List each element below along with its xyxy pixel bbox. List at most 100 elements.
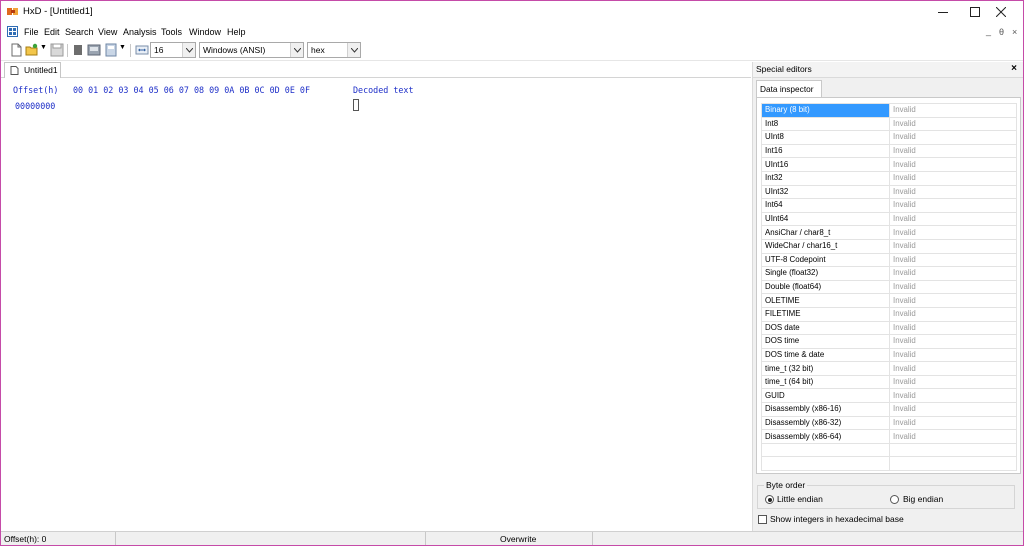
menu-tools[interactable]: Tools: [161, 27, 182, 37]
text-caret[interactable]: [353, 99, 359, 111]
data-inspector-row[interactable]: DOS date Invalid: [761, 320, 1017, 336]
data-value-cell[interactable]: Invalid: [889, 334, 1017, 349]
data-inspector-row[interactable]: UInt16 Invalid: [761, 157, 1017, 172]
data-type-cell: UTF-8 Codepoint: [761, 252, 890, 268]
data-value-cell[interactable]: Invalid: [889, 130, 1017, 145]
tab-untitled1[interactable]: Untitled1: [4, 62, 61, 78]
data-inspector-row[interactable]: Int32 Invalid: [761, 170, 1017, 186]
data-value-cell[interactable]: Invalid: [889, 279, 1017, 295]
data-type-cell: AnsiChar / char8_t: [761, 225, 890, 240]
data-value-cell[interactable]: Invalid: [889, 198, 1017, 213]
new-file-icon[interactable]: [9, 43, 23, 57]
hex-integers-checkbox[interactable]: [758, 515, 767, 524]
data-value-cell[interactable]: Invalid: [889, 103, 1017, 118]
data-value-cell[interactable]: Invalid: [889, 252, 1017, 268]
data-inspector-row[interactable]: Int8 Invalid: [761, 116, 1017, 132]
document-system-icon[interactable]: [7, 26, 18, 37]
data-value-cell[interactable]: Invalid: [889, 184, 1017, 200]
save-all-icon[interactable]: [104, 43, 118, 57]
data-value-cell[interactable]: Invalid: [889, 211, 1017, 227]
data-value-cell[interactable]: Invalid: [889, 320, 1017, 336]
mdi-restore-button[interactable]: θ: [999, 27, 1004, 37]
data-inspector-row[interactable]: Int16 Invalid: [761, 143, 1017, 159]
data-inspector-row[interactable]: DOS time & date Invalid: [761, 347, 1017, 363]
data-inspector-row[interactable]: UInt64 Invalid: [761, 211, 1017, 227]
menu-view[interactable]: View: [98, 27, 117, 37]
data-value-cell[interactable]: Invalid: [889, 293, 1017, 308]
data-value-cell[interactable]: Invalid: [889, 374, 1017, 390]
data-value-cell[interactable]: Invalid: [889, 429, 1017, 444]
open-file-icon[interactable]: [25, 43, 39, 57]
mdi-close-button[interactable]: ×: [1012, 27, 1017, 37]
charset-select[interactable]: Windows (ANSI): [199, 42, 304, 58]
data-inspector-row[interactable]: DOS time Invalid: [761, 334, 1017, 349]
close-panel-icon[interactable]: ×: [1011, 63, 1017, 74]
tab-data-inspector[interactable]: Data inspector: [756, 80, 822, 97]
mdi-minimize-button[interactable]: _: [986, 26, 991, 36]
data-inspector-row[interactable]: time_t (64 bit) Invalid: [761, 374, 1017, 390]
disk-icon[interactable]: [87, 43, 101, 57]
data-value-cell[interactable]: Invalid: [889, 361, 1017, 376]
data-inspector-row[interactable]: Int64 Invalid: [761, 198, 1017, 213]
menu-file[interactable]: File: [24, 27, 39, 37]
menu-analysis[interactable]: Analysis: [123, 27, 157, 37]
close-button[interactable]: [978, 1, 1023, 23]
data-value-cell[interactable]: [889, 442, 1017, 458]
data-inspector-row[interactable]: OLETIME Invalid: [761, 293, 1017, 308]
data-inspector-row[interactable]: UInt32 Invalid: [761, 184, 1017, 200]
menu-help[interactable]: Help: [227, 27, 246, 37]
big-endian-radio[interactable]: [890, 495, 899, 504]
data-inspector-row[interactable]: Disassembly (x86-32) Invalid: [761, 415, 1017, 431]
data-type-cell: GUID: [761, 388, 890, 404]
data-inspector-row[interactable]: AnsiChar / char8_t Invalid: [761, 225, 1017, 240]
data-inspector-row[interactable]: Disassembly (x86-16) Invalid: [761, 402, 1017, 417]
menu-edit[interactable]: Edit: [44, 27, 60, 37]
data-value-cell[interactable]: Invalid: [889, 170, 1017, 186]
hxd-app-icon[interactable]: [7, 6, 19, 17]
stop-icon[interactable]: [71, 43, 85, 57]
data-inspector-row[interactable]: UTF-8 Codepoint Invalid: [761, 252, 1017, 268]
data-type-cell: Int64: [761, 198, 890, 213]
data-value-cell[interactable]: Invalid: [889, 116, 1017, 132]
dropdown-arrow-icon[interactable]: ▼: [40, 44, 47, 51]
data-value-cell[interactable]: Invalid: [889, 266, 1017, 281]
data-type-cell: UInt64: [761, 211, 890, 227]
data-type-cell: OLETIME: [761, 293, 890, 308]
data-inspector-row[interactable]: Binary (8 bit) Invalid: [761, 103, 1017, 118]
data-inspector-row[interactable]: Single (float32) Invalid: [761, 266, 1017, 281]
little-endian-label[interactable]: Little endian: [777, 494, 823, 504]
big-endian-label[interactable]: Big endian: [903, 494, 943, 504]
bytes-per-row-select[interactable]: 16: [150, 42, 196, 58]
special-editors-title: Special editors: [756, 64, 812, 74]
little-endian-radio[interactable]: [765, 495, 774, 504]
hex-integers-label[interactable]: Show integers in hexadecimal base: [770, 514, 904, 524]
status-mode[interactable]: Overwrite: [426, 532, 593, 545]
offset-base-select[interactable]: hex: [307, 42, 361, 58]
columns-icon[interactable]: [135, 43, 149, 57]
dropdown-arrow-icon[interactable]: ▼: [119, 44, 126, 51]
menu-search[interactable]: Search: [65, 27, 94, 37]
data-inspector-row[interactable]: FILETIME Invalid: [761, 306, 1017, 322]
data-inspector-row[interactable]: [761, 442, 1017, 458]
data-inspector-row[interactable]: UInt8 Invalid: [761, 130, 1017, 145]
data-inspector-row[interactable]: Disassembly (x86-64) Invalid: [761, 429, 1017, 444]
data-inspector-row[interactable]: [761, 456, 1017, 472]
data-value-cell[interactable]: Invalid: [889, 225, 1017, 240]
data-value-cell[interactable]: Invalid: [889, 157, 1017, 172]
data-value-cell[interactable]: Invalid: [889, 238, 1017, 254]
data-inspector-row[interactable]: Double (float64) Invalid: [761, 279, 1017, 295]
data-value-cell[interactable]: Invalid: [889, 143, 1017, 159]
close-icon: [995, 7, 1006, 17]
data-value-cell[interactable]: [889, 456, 1017, 472]
save-icon[interactable]: [50, 43, 64, 57]
data-value-cell[interactable]: Invalid: [889, 415, 1017, 431]
data-value-cell[interactable]: Invalid: [889, 306, 1017, 322]
data-value-cell[interactable]: Invalid: [889, 402, 1017, 417]
data-inspector-row[interactable]: time_t (32 bit) Invalid: [761, 361, 1017, 376]
data-inspector-row[interactable]: GUID Invalid: [761, 388, 1017, 404]
hex-editor-area[interactable]: [1, 79, 751, 531]
data-value-cell[interactable]: Invalid: [889, 388, 1017, 404]
data-inspector-row[interactable]: WideChar / char16_t Invalid: [761, 238, 1017, 254]
data-value-cell[interactable]: Invalid: [889, 347, 1017, 363]
menu-window[interactable]: Window: [189, 27, 221, 37]
